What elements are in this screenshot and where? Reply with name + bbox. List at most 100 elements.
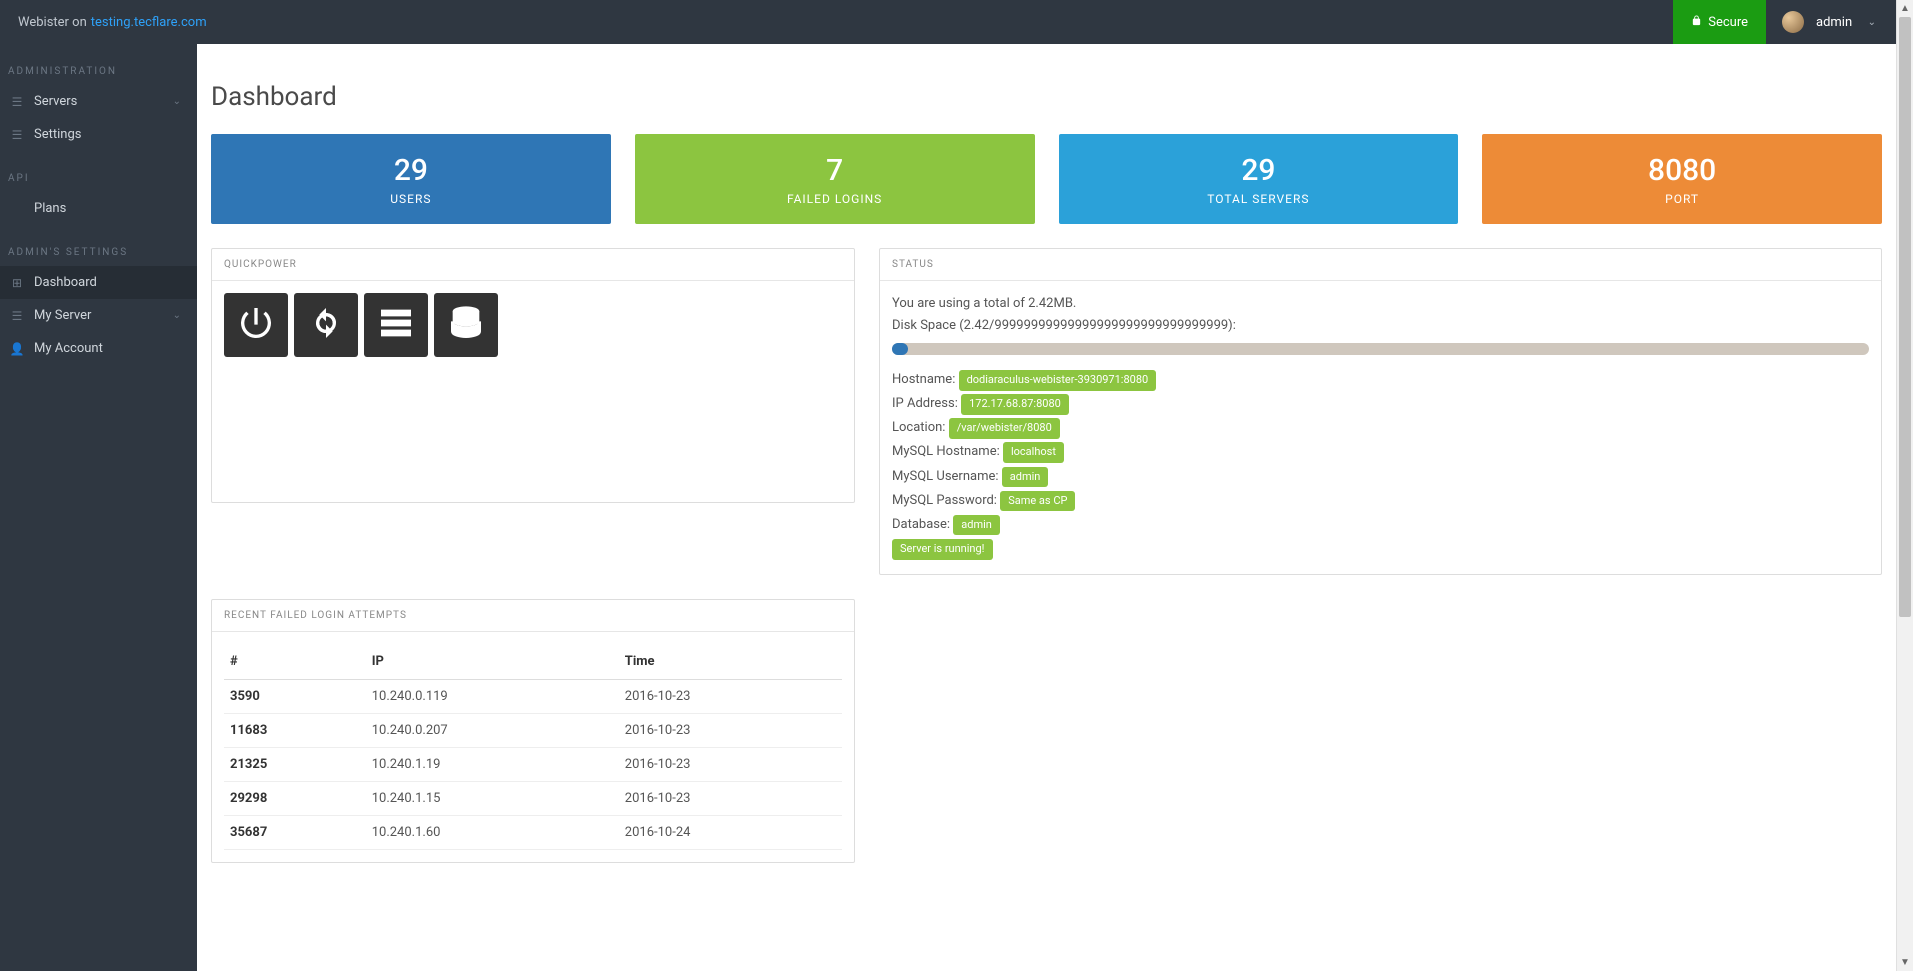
chevron-down-icon: ⌄ — [1868, 17, 1876, 28]
status-row-hostname: Hostname: dodiaraculus-webister-3930971:… — [892, 369, 1869, 391]
cell-id: 21325 — [224, 747, 366, 781]
server-icon — [376, 303, 416, 347]
col-time: Time — [619, 644, 842, 680]
cell-ip: 10.240.0.207 — [366, 713, 619, 747]
database-button[interactable] — [434, 293, 498, 357]
restart-button[interactable] — [294, 293, 358, 357]
sidebar-item-label: My Account — [34, 341, 103, 356]
status-badge: /var/webister/8080 — [949, 418, 1060, 439]
status-badge: 172.17.68.87:8080 — [961, 394, 1069, 415]
power-icon — [236, 303, 276, 347]
stat-card-total-servers[interactable]: 29 TOTAL SERVERS — [1059, 134, 1459, 224]
status-row-location: Location: /var/webister/8080 — [892, 417, 1869, 439]
power-button[interactable] — [224, 293, 288, 357]
panel-header: STATUS — [880, 249, 1881, 281]
sidebar-item-label: Dashboard — [34, 275, 97, 290]
topbar: Webister on testing.tecflare.com Secure … — [0, 0, 1896, 44]
status-badge: admin — [1002, 467, 1049, 488]
table-row: 3568710.240.1.602016-10-24 — [224, 815, 842, 849]
cell-id: 3590 — [224, 679, 366, 713]
list-icon: ☰ — [8, 95, 26, 109]
col-number: # — [224, 644, 366, 680]
panel-header: RECENT FAILED LOGIN ATTEMPTS — [212, 600, 854, 632]
failed-logins-panel: RECENT FAILED LOGIN ATTEMPTS # IP Time 3… — [211, 599, 855, 863]
stat-label: FAILED LOGINS — [787, 192, 882, 206]
sidebar: ADMINISTRATION ☰ Servers ⌄ ☰ Settings AP… — [0, 44, 197, 971]
cell-ip: 10.240.1.15 — [366, 781, 619, 815]
username: admin — [1816, 15, 1852, 30]
status-row-mysql-host: MySQL Hostname: localhost — [892, 441, 1869, 463]
scroll-up-icon[interactable]: ▲ — [1897, 0, 1913, 17]
status-badge: admin — [953, 515, 1000, 536]
list-icon: ☰ — [8, 309, 26, 323]
stat-value: 29 — [394, 153, 428, 188]
secure-label: Secure — [1708, 15, 1748, 30]
table-row: 359010.240.0.1192016-10-23 — [224, 679, 842, 713]
sidebar-item-label: Plans — [34, 201, 66, 216]
server-button[interactable] — [364, 293, 428, 357]
status-row-running: Server is running! — [892, 538, 1869, 560]
cell-ip: 10.240.0.119 — [366, 679, 619, 713]
panel-header: QUICKPOWER — [212, 249, 854, 281]
failed-logins-table: # IP Time 359010.240.0.1192016-10-231168… — [224, 644, 842, 850]
cell-time: 2016-10-23 — [619, 713, 842, 747]
sidebar-item-label: My Server — [34, 308, 91, 323]
brand-prefix: Webister on — [18, 15, 87, 30]
cell-time: 2016-10-23 — [619, 781, 842, 815]
refresh-icon — [306, 303, 346, 347]
sidebar-item-settings[interactable]: ☰ Settings — [0, 118, 197, 151]
sidebar-item-servers[interactable]: ☰ Servers ⌄ — [0, 85, 197, 118]
status-badge: localhost — [1003, 442, 1064, 463]
stat-card-users[interactable]: 29 USERS — [211, 134, 611, 224]
table-row: 2132510.240.1.192016-10-23 — [224, 747, 842, 781]
cell-time: 2016-10-24 — [619, 815, 842, 849]
status-row-mysql-user: MySQL Username: admin — [892, 466, 1869, 488]
scrollbar[interactable]: ▲ ▼ — [1896, 0, 1913, 971]
cell-ip: 10.240.1.19 — [366, 747, 619, 781]
table-row: 1168310.240.0.2072016-10-23 — [224, 713, 842, 747]
table-row: 2929810.240.1.152016-10-23 — [224, 781, 842, 815]
status-row-database: Database: admin — [892, 514, 1869, 536]
status-row-ip: IP Address: 172.17.68.87:8080 — [892, 393, 1869, 415]
sidebar-section-admin: ADMINISTRATION — [0, 44, 197, 85]
status-badge: Same as CP — [1000, 491, 1075, 512]
cell-id: 35687 — [224, 815, 366, 849]
main-content: Dashboard 29 USERS 7 FAILED LOGINS 29 TO… — [197, 44, 1896, 971]
stat-label: USERS — [390, 192, 431, 206]
scroll-down-icon[interactable]: ▼ — [1897, 954, 1913, 971]
chevron-down-icon: ⌄ — [173, 96, 181, 107]
stat-card-port[interactable]: 8080 PORT — [1482, 134, 1882, 224]
stat-label: TOTAL SERVERS — [1207, 192, 1309, 206]
status-panel: STATUS You are using a total of 2.42MB. … — [879, 248, 1882, 575]
topbar-right: Secure admin ⌄ — [1673, 0, 1896, 44]
cell-time: 2016-10-23 — [619, 747, 842, 781]
dashboard-icon: ⊞ — [8, 276, 26, 290]
cell-ip: 10.240.1.60 — [366, 815, 619, 849]
sidebar-item-dashboard[interactable]: ⊞ Dashboard — [0, 266, 197, 299]
cell-id: 29298 — [224, 781, 366, 815]
table-header-row: # IP Time — [224, 644, 842, 680]
user-menu[interactable]: admin ⌄ — [1766, 0, 1896, 44]
database-icon — [446, 303, 486, 347]
stat-value: 8080 — [1648, 153, 1716, 188]
page-title: Dashboard — [197, 44, 1896, 134]
lock-icon — [1691, 15, 1702, 30]
col-ip: IP — [366, 644, 619, 680]
brand-host-link[interactable]: testing.tecflare.com — [91, 15, 207, 30]
sidebar-item-myserver[interactable]: ☰ My Server ⌄ — [0, 299, 197, 332]
stat-card-failed-logins[interactable]: 7 FAILED LOGINS — [635, 134, 1035, 224]
stat-label: PORT — [1665, 192, 1699, 206]
status-badge: dodiaraculus-webister-3930971:8080 — [959, 370, 1157, 391]
sidebar-item-label: Settings — [34, 127, 81, 142]
disk-progress — [892, 343, 1869, 355]
quickpower-panel: QUICKPOWER — [211, 248, 855, 503]
sidebar-section-admins-settings: ADMIN'S SETTINGS — [0, 225, 197, 266]
sidebar-item-plans[interactable]: Plans — [0, 192, 197, 225]
sidebar-item-myaccount[interactable]: 👤 My Account — [0, 332, 197, 365]
status-usage-line: You are using a total of 2.42MB. — [892, 293, 1869, 315]
stat-value: 7 — [826, 153, 843, 188]
cell-id: 11683 — [224, 713, 366, 747]
scrollbar-thumb[interactable] — [1899, 17, 1911, 617]
status-row-mysql-pass: MySQL Password: Same as CP — [892, 490, 1869, 512]
stat-value: 29 — [1241, 153, 1275, 188]
